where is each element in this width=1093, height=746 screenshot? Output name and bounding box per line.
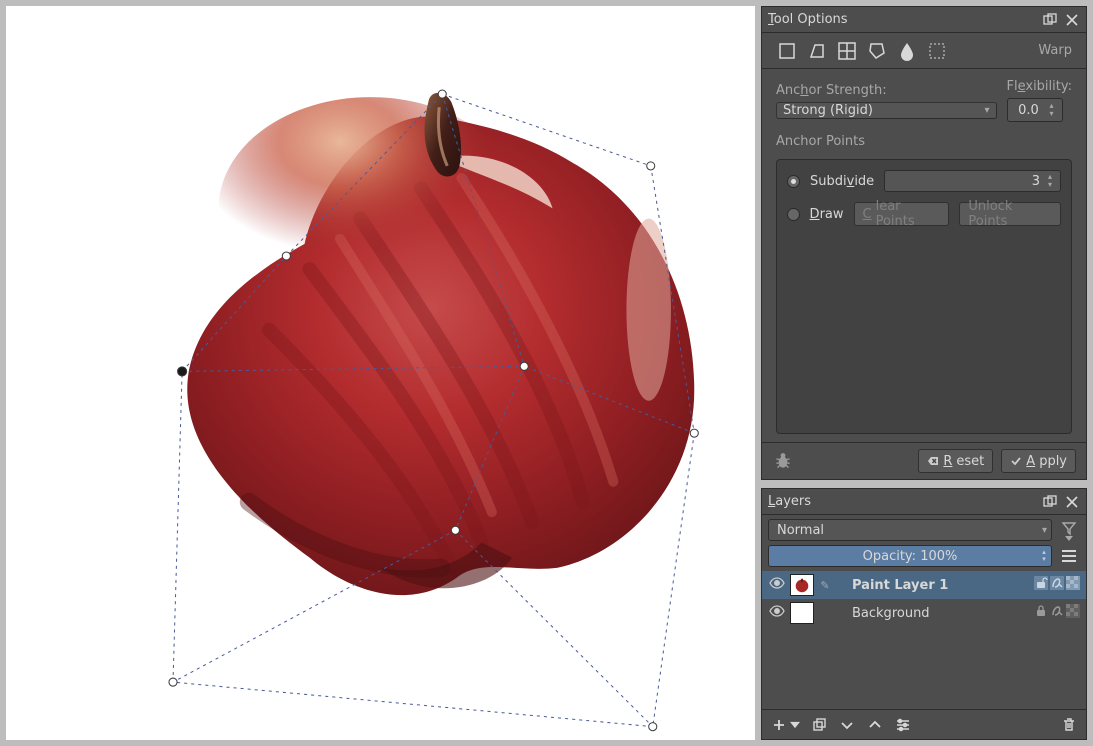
warp-anchor-point[interactable]: [647, 162, 655, 170]
warp-anchor-point[interactable]: [649, 723, 657, 731]
warp-anchor-point[interactable]: [178, 367, 187, 376]
anchor-points-label: Anchor Points: [776, 134, 1072, 149]
layer-alpha-icon[interactable]: [1050, 604, 1064, 622]
flexibility-value: 0.0: [1012, 103, 1046, 118]
clear-points-button[interactable]: Clear Points: [854, 202, 950, 226]
layer-thumbnail: [790, 602, 814, 624]
warp-anchor-point[interactable]: [690, 429, 698, 437]
layer-inherit-alpha-icon[interactable]: [1066, 576, 1080, 594]
layer-visibility-toggle[interactable]: [768, 603, 786, 623]
apply-button[interactable]: Apply: [1001, 449, 1076, 473]
unlock-points-button[interactable]: Unlock Points: [959, 202, 1061, 226]
canvas-content: [6, 6, 755, 740]
layers-toolbar: [762, 709, 1086, 739]
layer-name[interactable]: Paint Layer 1: [836, 578, 1030, 593]
mode-liquify[interactable]: [896, 40, 918, 62]
close-layers-button[interactable]: [1064, 494, 1080, 510]
transform-mode-tabs: Warp: [762, 33, 1086, 69]
tool-options-docker: Tool Options Warp Anchor Strength:: [761, 6, 1087, 480]
move-layer-up-button[interactable]: [866, 716, 884, 734]
blend-mode-value: Normal: [777, 523, 824, 538]
flexibility-label: Flexibility:: [1007, 79, 1073, 94]
subdivide-radio[interactable]: [787, 175, 800, 188]
layer-lock-icon[interactable]: [1034, 604, 1048, 622]
subdiv-step-down[interactable]: ▾: [1044, 181, 1056, 189]
subdivide-input[interactable]: 3 ▴▾: [884, 170, 1061, 192]
mode-free-transform[interactable]: [776, 40, 798, 62]
backspace-icon: [927, 455, 939, 467]
chevron-down-icon: ▾: [984, 105, 989, 116]
layer-list: ✎ Paint Layer 1 Background: [762, 571, 1086, 709]
draw-label: Draw: [810, 207, 844, 222]
warp-anchor-point[interactable]: [438, 90, 446, 98]
float-layers-button[interactable]: [1042, 494, 1058, 510]
anchor-strength-combo[interactable]: Strong (Rigid) ▾: [776, 102, 997, 119]
canvas-area[interactable]: [0, 0, 755, 746]
anchor-strength-label: Anchor Strength:: [776, 83, 997, 98]
layer-properties-button[interactable]: [894, 716, 912, 734]
blend-mode-combo[interactable]: Normal: [768, 519, 1052, 541]
warp-anchor-point[interactable]: [282, 252, 290, 260]
bug-icon[interactable]: [772, 450, 794, 472]
layers-title: Layers: [768, 494, 1036, 509]
transform-mode-label: Warp: [1038, 43, 1072, 58]
layers-docker: Layers Normal Opacity: 100%: [761, 488, 1087, 740]
layer-visibility-toggle[interactable]: [768, 575, 786, 595]
layer-thumbnail: [790, 574, 814, 596]
anchor-strength-value: Strong (Rigid): [783, 103, 873, 118]
flex-step-down[interactable]: ▾: [1046, 110, 1058, 118]
layer-inherit-alpha-icon[interactable]: [1066, 604, 1080, 622]
layer-row[interactable]: Background: [762, 599, 1086, 627]
flexibility-input[interactable]: 0.0 ▴▾: [1007, 98, 1063, 122]
canvas[interactable]: [6, 6, 755, 740]
tool-options-footer: Reset Apply: [762, 442, 1086, 479]
layer-options-menu[interactable]: [1058, 545, 1080, 567]
opacity-value: Opacity: 100%: [863, 549, 958, 564]
warp-anchor-point[interactable]: [520, 362, 528, 370]
warp-anchor-point[interactable]: [451, 526, 459, 534]
anchor-points-group: Subdivide 3 ▴▾ Draw Clear Points Unlock …: [776, 159, 1072, 434]
layer-alpha-icon[interactable]: [1050, 576, 1064, 594]
warp-anchor-point[interactable]: [169, 678, 177, 686]
draw-radio[interactable]: [787, 208, 800, 221]
mode-cage[interactable]: [866, 40, 888, 62]
layers-titlebar: Layers: [762, 489, 1086, 515]
subdivide-value: 3: [889, 174, 1044, 189]
layer-row[interactable]: ✎ Paint Layer 1: [762, 571, 1086, 599]
close-docker-button[interactable]: [1064, 12, 1080, 28]
mode-warp[interactable]: [836, 40, 858, 62]
opacity-slider[interactable]: Opacity: 100% ▴▾: [768, 545, 1052, 567]
reset-button[interactable]: Reset: [918, 449, 993, 473]
opacity-step-down[interactable]: ▾: [1039, 556, 1049, 563]
move-layer-down-button[interactable]: [838, 716, 856, 734]
float-docker-button[interactable]: [1042, 12, 1058, 28]
layer-edit-flag: ✎: [818, 579, 832, 592]
duplicate-layer-button[interactable]: [810, 716, 828, 734]
subdivide-label: Subdivide: [810, 174, 874, 189]
tool-options-titlebar: Tool Options: [762, 7, 1086, 33]
add-layer-menu[interactable]: [790, 716, 800, 734]
add-layer-button[interactable]: [770, 716, 788, 734]
tool-options-title: Tool Options: [768, 12, 1036, 27]
delete-layer-button[interactable]: [1060, 716, 1078, 734]
layer-lock-icon[interactable]: [1034, 576, 1048, 594]
check-icon: [1010, 455, 1022, 467]
mode-perspective[interactable]: [806, 40, 828, 62]
layer-filter-button[interactable]: [1058, 519, 1080, 541]
layer-name[interactable]: Background: [836, 606, 1030, 621]
mode-mesh[interactable]: [926, 40, 948, 62]
